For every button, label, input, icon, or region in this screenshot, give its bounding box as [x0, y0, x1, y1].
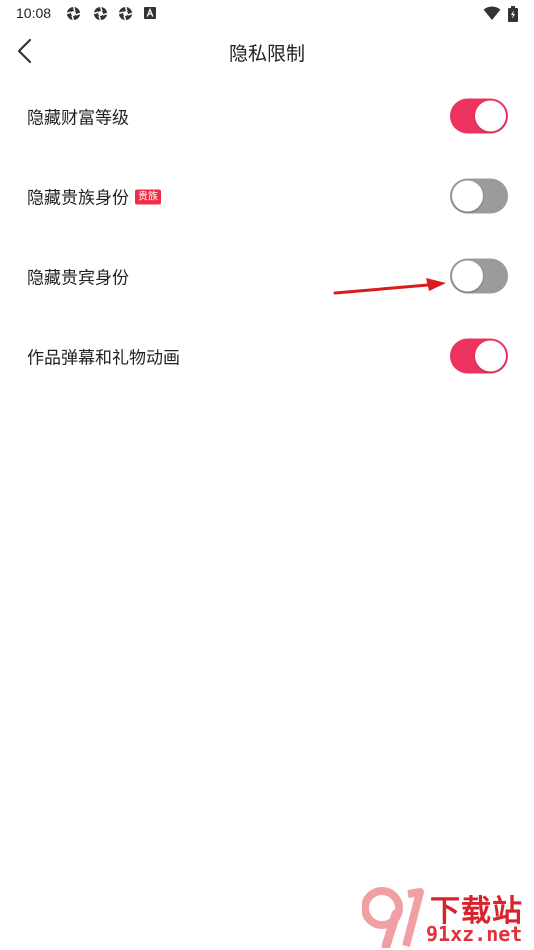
toggle-knob [452, 260, 483, 292]
aperture-icon [93, 6, 108, 21]
wifi-icon [483, 6, 501, 21]
toggle-knob [475, 100, 506, 132]
page-title: 隐私限制 [228, 43, 305, 65]
aperture-icon [66, 6, 81, 21]
setting-row-hide-noble-identity: 隐藏贵族身份 贵族 [0, 156, 534, 236]
watermark-91-logo [362, 887, 424, 948]
aperture-icon [118, 6, 133, 21]
setting-label: 隐藏贵族身份 贵族 [27, 184, 161, 209]
watermark-logo: 下载站 91xz.net [362, 886, 532, 948]
hide-wealth-level-toggle[interactable] [450, 98, 508, 134]
header: 隐私限制 [0, 28, 534, 74]
privacy-settings-screen: 10:08 隐私限制 隐藏财富等级 隐藏贵族身份 贵族 隐藏贵宾身份 作品弹幕和… [0, 0, 534, 950]
setting-label: 隐藏贵宾身份 [27, 268, 129, 289]
setting-label: 作品弹幕和礼物动画 [27, 348, 180, 369]
setting-row-hide-vip-identity: 隐藏贵宾身份 [0, 236, 534, 316]
hide-noble-identity-toggle[interactable] [450, 178, 508, 214]
battery-charging-icon [508, 6, 518, 22]
a-box-icon [144, 7, 159, 22]
setting-row-hide-wealth-level: 隐藏财富等级 [0, 76, 534, 156]
watermark-domain: 91xz.net [426, 922, 523, 946]
danmaku-gift-animation-toggle[interactable] [450, 338, 508, 374]
setting-label: 隐藏财富等级 [27, 108, 129, 129]
annotation-arrow [333, 278, 446, 295]
status-time: 10:08 [16, 5, 52, 21]
toggle-knob [475, 340, 506, 372]
toggle-knob [452, 180, 483, 212]
setting-row-danmaku-gift-animation: 作品弹幕和礼物动画 [0, 316, 534, 396]
noble-badge: 贵族 [135, 189, 161, 204]
hide-vip-identity-toggle[interactable] [450, 258, 508, 294]
status-bar: 10:08 [0, 0, 534, 28]
